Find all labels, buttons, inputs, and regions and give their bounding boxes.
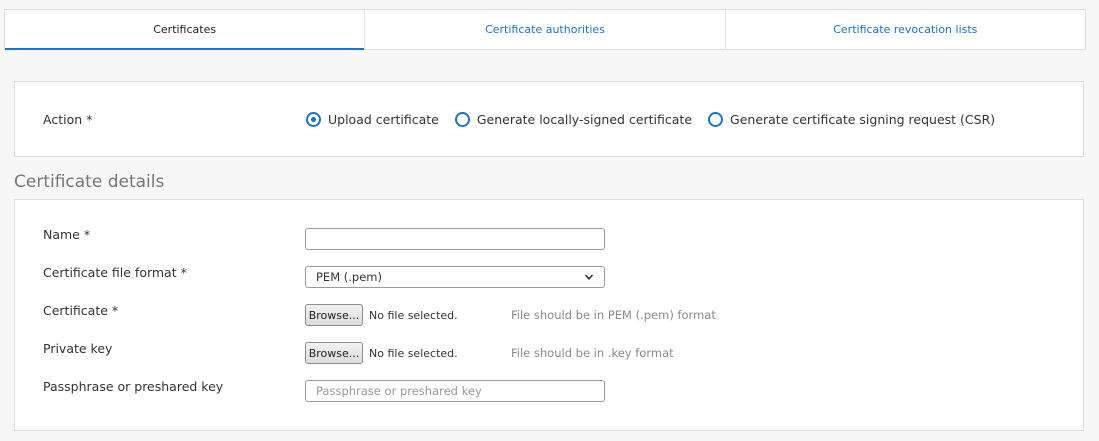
passphrase-label: Passphrase or preshared key xyxy=(43,379,224,394)
tab-certificate-revocation-lists[interactable]: Certificate revocation lists xyxy=(726,10,1085,49)
private-key-browse-button[interactable]: Browse... xyxy=(305,342,363,364)
certificate-browse-button[interactable]: Browse... xyxy=(305,304,363,326)
radio-label: Upload certificate xyxy=(328,112,439,127)
name-label: Name * xyxy=(43,227,91,242)
section-title: Certificate details xyxy=(14,172,165,192)
private-key-hint: File should be in .key format xyxy=(511,346,674,360)
radio-label: Generate locally-signed certificate xyxy=(476,112,693,127)
certificate-label: Certificate * xyxy=(43,303,119,318)
tab-certificate-authorities[interactable]: Certificate authorities xyxy=(365,10,726,49)
private-key-file-input: Browse... No file selected. xyxy=(305,342,458,364)
radio-checked-icon[interactable] xyxy=(306,112,321,127)
action-panel: Action * Upload certificate Generate loc… xyxy=(14,81,1084,157)
certificate-file-status: No file selected. xyxy=(369,308,458,322)
radio-label: Generate certificate signing request (CS… xyxy=(730,112,996,127)
certificate-file-input: Browse... No file selected. xyxy=(305,304,458,326)
certificate-details-panel: Name * Certificate file format * PEM (.p… xyxy=(14,199,1084,431)
format-select[interactable]: PEM (.pem) xyxy=(305,266,605,288)
radio-generate-csr[interactable]: Generate certificate signing request (CS… xyxy=(708,112,995,127)
certificate-hint: File should be in PEM (.pem) format xyxy=(511,308,716,322)
passphrase-input[interactable] xyxy=(305,380,605,402)
tab-certificates[interactable]: Certificates xyxy=(5,10,366,50)
private-key-file-status: No file selected. xyxy=(369,346,458,360)
radio-upload-certificate[interactable]: Upload certificate xyxy=(306,112,439,127)
format-selected-value: PEM (.pem) xyxy=(316,270,382,284)
radio-generate-locally-signed[interactable]: Generate locally-signed certificate xyxy=(454,112,693,127)
radio-unchecked-icon[interactable] xyxy=(454,112,470,127)
chevron-down-icon xyxy=(584,274,594,280)
action-label: Action * xyxy=(43,112,93,127)
action-radio-group: Upload certificate Generate locally-sign… xyxy=(306,112,1011,127)
tab-bar: Certificates Certificate authorities Cer… xyxy=(4,9,1086,50)
format-label: Certificate file format * xyxy=(43,265,187,280)
radio-unchecked-icon[interactable] xyxy=(708,112,724,127)
private-key-label: Private key xyxy=(43,341,113,356)
name-input[interactable] xyxy=(305,228,605,250)
